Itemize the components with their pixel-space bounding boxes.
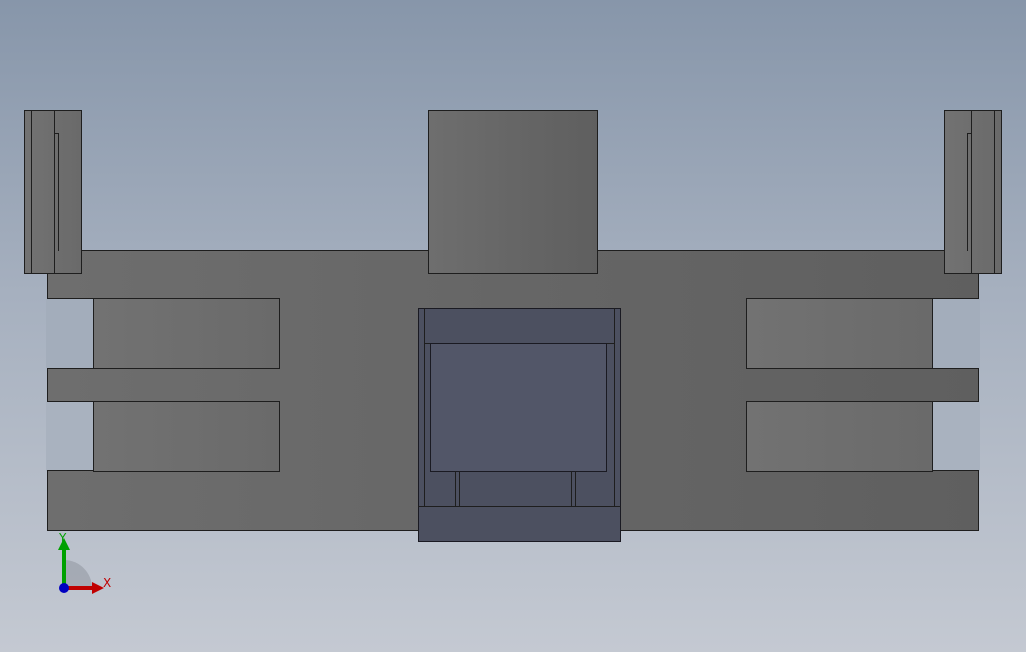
right-lower-slot-edge xyxy=(932,401,979,402)
left-clip-slot xyxy=(54,133,59,251)
center-insert-inner-right xyxy=(614,308,615,506)
right-lower-notch xyxy=(933,402,980,471)
left-upper-slot-edge-b xyxy=(47,368,94,369)
left-clip-inner-edge xyxy=(31,110,55,274)
left-upper-slot[interactable] xyxy=(93,298,280,369)
center-insert-post-left xyxy=(455,471,460,506)
right-upper-slot-edge xyxy=(932,298,979,299)
center-insert-bottom-band xyxy=(418,506,621,507)
y-axis-label: Y xyxy=(59,531,67,545)
right-upper-slot[interactable] xyxy=(746,298,933,369)
right-clip-slot xyxy=(967,133,972,251)
left-upper-slot-edge xyxy=(47,298,94,299)
z-axis-dot xyxy=(59,583,69,593)
left-lower-notch xyxy=(46,402,93,471)
center-insert-window[interactable] xyxy=(430,343,607,472)
center-insert-inner-left xyxy=(424,308,425,506)
left-lower-slot-edge-b xyxy=(47,470,94,471)
left-lower-slot-edge xyxy=(47,401,94,402)
triad-arc-shade xyxy=(64,560,92,588)
cad-graphics-viewport[interactable]: Y X xyxy=(0,0,1026,652)
x-axis-label: X xyxy=(103,576,112,590)
top-center-boss[interactable] xyxy=(428,110,598,274)
right-upper-slot-edge-b xyxy=(932,368,979,369)
left-lower-slot[interactable] xyxy=(93,401,280,472)
right-lower-slot[interactable] xyxy=(746,401,933,472)
right-lower-slot-edge-b xyxy=(932,470,979,471)
right-clip-inner-edge xyxy=(971,110,995,274)
right-upper-notch xyxy=(933,299,980,368)
left-upper-notch xyxy=(46,299,93,368)
center-insert-post-right xyxy=(571,471,576,506)
